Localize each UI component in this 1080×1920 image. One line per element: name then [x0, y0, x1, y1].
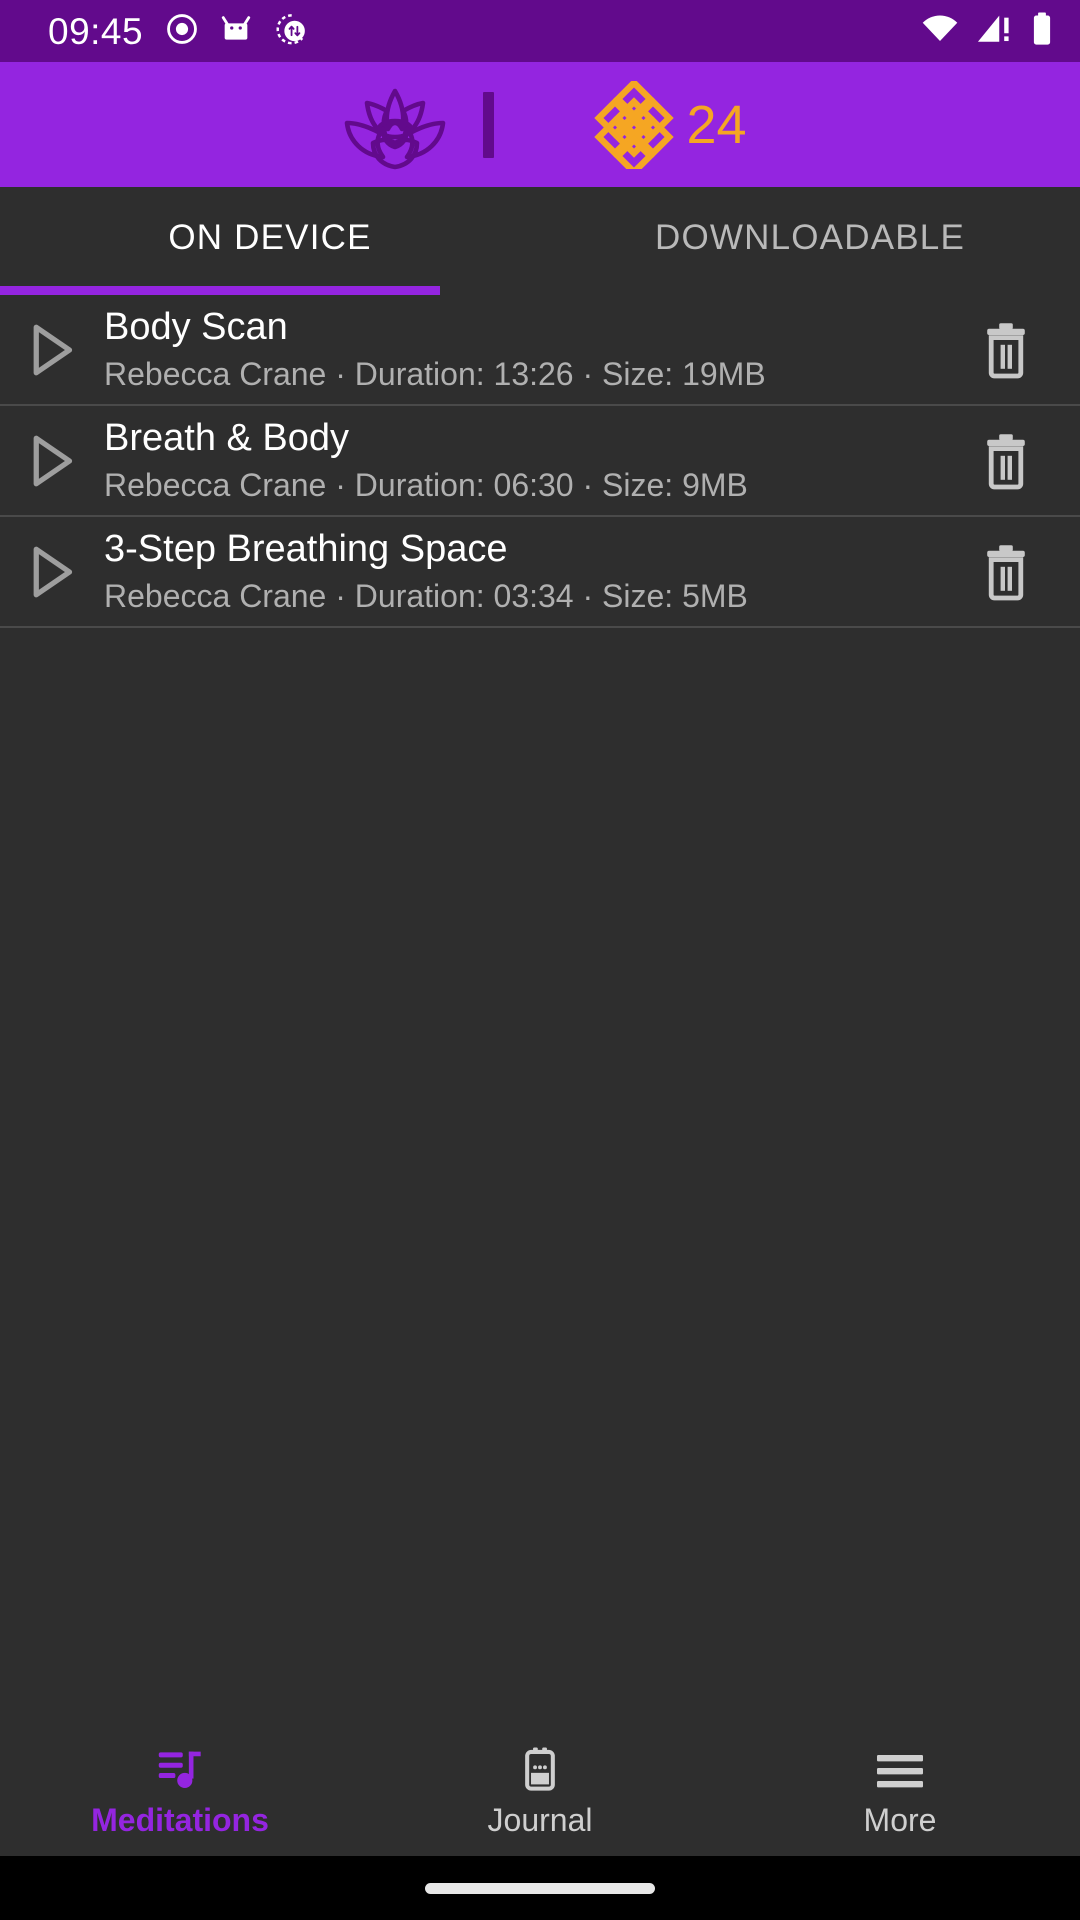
list-item-text: Breath & Body Rebecca Crane · Duration: …: [104, 417, 958, 504]
calendar-icon: [518, 1744, 562, 1792]
list-item-subtitle: Rebecca Crane · Duration: 06:30 · Size: …: [104, 466, 748, 503]
list-item-text: 3-Step Breathing Space Rebecca Crane · D…: [104, 528, 958, 615]
list-item-text: Body Scan Rebecca Crane · Duration: 13:2…: [104, 306, 958, 393]
hamburger-menu-icon: [874, 1744, 926, 1792]
list-item-subtitle: Rebecca Crane · Duration: 03:34 · Size: …: [104, 577, 748, 614]
cellular-signal-warning-icon: [976, 12, 1014, 51]
gesture-navigation-bar: [0, 1856, 1080, 1920]
nav-label-more: More: [863, 1802, 937, 1838]
status-bar-clock: 09:45: [48, 10, 144, 52]
trash-icon[interactable]: [958, 542, 1054, 602]
phone-screen: 09:45 24 ON DEVICE DOWNLOADABLE Body Sca…: [0, 0, 1080, 1920]
trash-icon[interactable]: [958, 431, 1054, 491]
tab-bar: ON DEVICE DOWNLOADABLE: [0, 187, 1080, 295]
play-icon[interactable]: [0, 433, 104, 489]
app-brand-group: [333, 79, 495, 171]
status-bar-system-icons: [920, 11, 1054, 52]
nav-item-more[interactable]: More: [720, 1744, 1080, 1836]
list-item[interactable]: Breath & Body Rebecca Crane · Duration: …: [0, 406, 1080, 517]
header-divider: [483, 91, 495, 158]
data-sync-icon: [273, 12, 309, 51]
trash-icon[interactable]: [958, 320, 1054, 380]
streak-badge[interactable]: 24: [590, 80, 747, 169]
list-item[interactable]: Body Scan Rebecca Crane · Duration: 13:2…: [0, 295, 1080, 406]
nav-label-journal: Journal: [487, 1802, 593, 1838]
list-item[interactable]: 3-Step Breathing Space Rebecca Crane · D…: [0, 517, 1080, 628]
lotus-icon: [333, 79, 457, 171]
play-icon[interactable]: [0, 322, 104, 378]
endless-knot-icon: [590, 80, 678, 169]
home-gesture-pill[interactable]: [425, 1882, 655, 1894]
wifi-icon: [920, 12, 960, 51]
record-dot-icon: [165, 12, 199, 51]
battery-icon: [1030, 11, 1054, 52]
app-header: 24: [0, 62, 1080, 187]
streak-count: 24: [686, 94, 747, 155]
play-icon[interactable]: [0, 544, 104, 600]
tab-downloadable[interactable]: DOWNLOADABLE: [540, 187, 1080, 295]
list-item-title: 3-Step Breathing Space: [104, 528, 508, 571]
nav-item-journal[interactable]: Journal: [360, 1744, 720, 1836]
nav-item-meditations[interactable]: Meditations: [0, 1744, 360, 1836]
list-item-title: Body Scan: [104, 306, 288, 349]
list-item-title: Breath & Body: [104, 417, 350, 460]
list-item-subtitle: Rebecca Crane · Duration: 13:26 · Size: …: [104, 355, 766, 392]
status-bar: 09:45: [0, 0, 1080, 62]
nav-label-meditations: Meditations: [91, 1802, 269, 1838]
android-robot-icon: [217, 12, 255, 51]
meditation-list: Body Scan Rebecca Crane · Duration: 13:2…: [0, 295, 1080, 1724]
tab-active-indicator: [0, 286, 440, 295]
playlist-music-icon: [156, 1744, 204, 1792]
bottom-navigation: Meditations Journal More: [0, 1724, 1080, 1856]
tab-on-device[interactable]: ON DEVICE: [0, 187, 540, 295]
status-bar-notification-icons: [165, 12, 309, 51]
